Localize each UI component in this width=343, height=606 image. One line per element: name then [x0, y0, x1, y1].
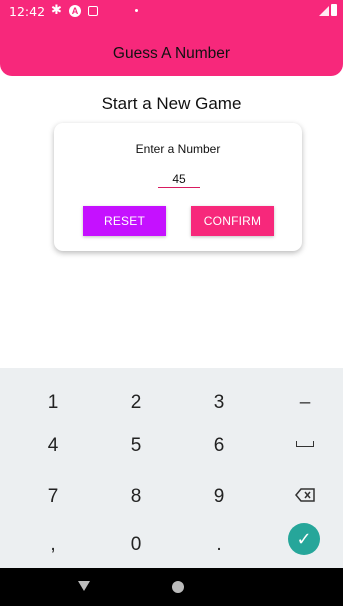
key-6[interactable]: 6 — [176, 424, 262, 468]
page-title: Start a New Game — [101, 94, 242, 113]
battery-icon — [331, 4, 337, 16]
nav-bar — [0, 568, 343, 606]
space-icon — [296, 440, 314, 447]
header-title: Guess A Number — [112, 45, 231, 62]
game-card: Enter a Number RESET CONFIRM — [54, 123, 302, 251]
check-icon: ✓ — [296, 529, 312, 549]
home-icon[interactable] — [172, 581, 184, 593]
reset-button[interactable]: RESET — [83, 206, 166, 236]
key-backspace[interactable] — [262, 475, 343, 519]
status-time: 12:42 — [9, 4, 46, 19]
key-period[interactable]: . — [176, 523, 262, 567]
key-4[interactable]: 4 — [10, 424, 96, 468]
number-label: Enter a Number — [135, 142, 221, 156]
key-1[interactable]: 1 — [10, 381, 96, 425]
back-icon[interactable] — [78, 581, 90, 591]
gear-icon: ✱ — [51, 2, 62, 17]
backspace-icon — [295, 488, 315, 503]
key-minus[interactable]: – — [262, 381, 343, 425]
signal-icon — [319, 6, 329, 16]
number-input[interactable] — [158, 170, 200, 188]
confirm-button[interactable]: CONFIRM — [191, 206, 274, 236]
key-9[interactable]: 9 — [176, 475, 262, 519]
android-icon: A — [69, 5, 81, 17]
key-3[interactable]: 3 — [176, 381, 262, 425]
key-8[interactable]: 8 — [93, 475, 179, 519]
box-icon — [88, 6, 98, 16]
status-bar: 12:42 ✱ A — [0, 0, 343, 22]
key-space[interactable] — [262, 424, 343, 468]
app-header: 12:42 ✱ A Guess A Number — [0, 0, 343, 76]
key-7[interactable]: 7 — [10, 475, 96, 519]
dot-icon — [135, 9, 138, 12]
key-5[interactable]: 5 — [93, 424, 179, 468]
key-0[interactable]: 0 — [93, 523, 179, 567]
key-comma[interactable]: , — [10, 523, 96, 567]
keyboard-confirm-button[interactable]: ✓ — [288, 523, 320, 555]
key-2[interactable]: 2 — [93, 381, 179, 425]
